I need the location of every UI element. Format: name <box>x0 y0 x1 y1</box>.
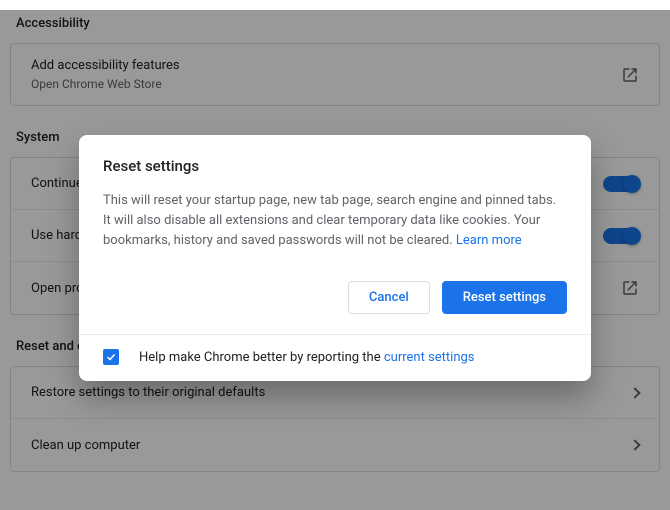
feedback-checkbox[interactable] <box>103 349 119 365</box>
cancel-button[interactable]: Cancel <box>348 281 430 314</box>
reset-settings-dialog: Reset settings This will reset your star… <box>79 135 591 381</box>
learn-more-link[interactable]: Learn more <box>456 233 522 248</box>
reset-settings-button[interactable]: Reset settings <box>442 281 567 314</box>
dialog-title: Reset settings <box>103 157 567 175</box>
dialog-body-text: This will reset your startup page, new t… <box>103 191 567 251</box>
current-settings-link[interactable]: current settings <box>384 350 475 365</box>
feedback-prefix: Help make Chrome better by reporting the <box>139 350 384 365</box>
feedback-text: Help make Chrome better by reporting the… <box>139 350 475 365</box>
dialog-footer: Help make Chrome better by reporting the… <box>79 334 591 381</box>
modal-overlay: Reset settings This will reset your star… <box>0 10 670 510</box>
